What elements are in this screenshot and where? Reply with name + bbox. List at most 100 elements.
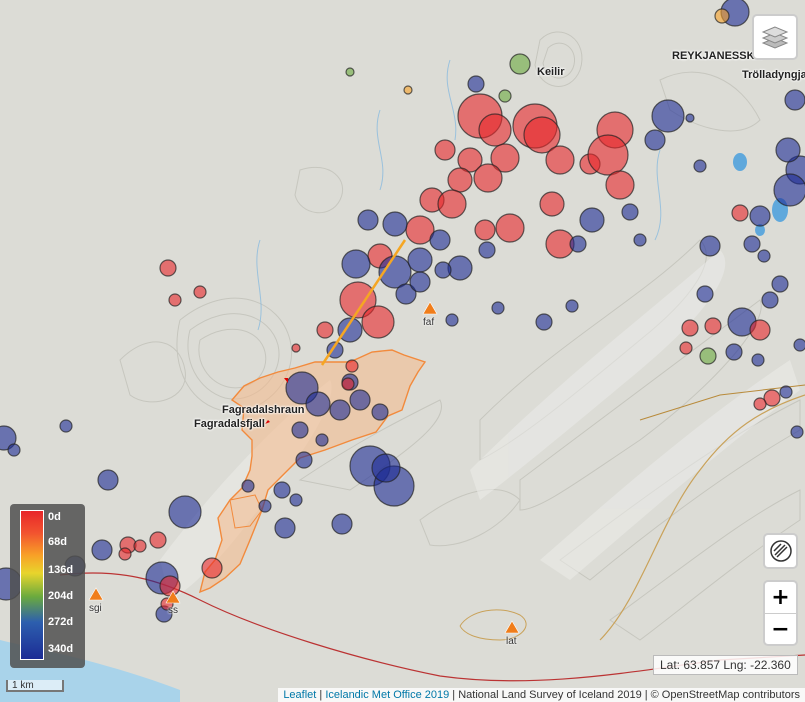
earthquake-marker[interactable]: [775, 137, 801, 163]
earthquake-marker[interactable]: [621, 203, 639, 221]
earthquake-marker[interactable]: [345, 359, 359, 373]
earthquake-marker[interactable]: [341, 377, 355, 391]
earthquake-marker[interactable]: [757, 249, 771, 263]
earthquake-marker[interactable]: [315, 433, 329, 447]
earthquake-marker[interactable]: [316, 321, 334, 339]
earthquake-marker[interactable]: [478, 113, 512, 147]
draw-polygon-button[interactable]: [763, 533, 798, 569]
earthquake-marker[interactable]: [751, 353, 765, 367]
earthquake-marker[interactable]: [305, 391, 331, 417]
earthquake-marker[interactable]: [291, 343, 301, 353]
earthquake-marker[interactable]: [771, 275, 789, 293]
earthquake-marker[interactable]: [605, 170, 635, 200]
earthquake-marker[interactable]: [696, 285, 714, 303]
earthquake-marker[interactable]: [295, 451, 313, 469]
earthquake-marker[interactable]: [434, 261, 452, 279]
zoom-out-button[interactable]: −: [765, 613, 796, 645]
earthquake-marker[interactable]: [743, 235, 761, 253]
earthquake-marker[interactable]: [565, 299, 579, 313]
earthquake-marker[interactable]: [569, 235, 587, 253]
earthquake-marker[interactable]: [793, 338, 805, 352]
earthquake-marker[interactable]: [447, 167, 473, 193]
earthquake-marker[interactable]: [633, 233, 647, 247]
earthquake-marker[interactable]: [291, 421, 309, 439]
earthquake-marker[interactable]: [7, 443, 21, 457]
earthquake-marker[interactable]: [447, 255, 473, 281]
earthquake-marker[interactable]: [699, 235, 721, 257]
earthquake-marker[interactable]: [341, 249, 371, 279]
station-faf-marker[interactable]: [422, 301, 438, 315]
earthquake-marker[interactable]: [168, 495, 202, 529]
leaflet-link[interactable]: Leaflet: [283, 689, 316, 701]
earthquake-marker[interactable]: [434, 139, 456, 161]
earthquake-marker[interactable]: [133, 539, 147, 553]
earthquake-marker[interactable]: [790, 425, 804, 439]
earthquake-marker[interactable]: [371, 403, 389, 421]
earthquake-marker[interactable]: [579, 207, 605, 233]
earthquake-marker[interactable]: [467, 75, 485, 93]
earthquake-marker[interactable]: [371, 453, 401, 483]
earthquake-marker[interactable]: [331, 513, 353, 535]
map-canvas[interactable]: Keilir REYKJANESSKA Trölladyngja Fagrada…: [0, 0, 805, 702]
earthquake-marker[interactable]: [258, 499, 272, 513]
earthquake-marker[interactable]: [274, 517, 296, 539]
earthquake-marker[interactable]: [193, 285, 207, 299]
earthquake-marker[interactable]: [699, 347, 717, 365]
earthquake-marker[interactable]: [409, 271, 431, 293]
earthquake-marker[interactable]: [159, 575, 181, 597]
earthquake-marker[interactable]: [773, 173, 805, 207]
imo-link[interactable]: Icelandic Met Office 2019: [325, 689, 449, 701]
earthquake-marker[interactable]: [59, 419, 73, 433]
earthquake-marker[interactable]: [357, 209, 379, 231]
earthquake-marker[interactable]: [345, 67, 355, 77]
earthquake-marker[interactable]: [168, 293, 182, 307]
earthquake-marker[interactable]: [693, 159, 707, 173]
earthquake-marker[interactable]: [407, 247, 433, 273]
earthquake-marker[interactable]: [474, 219, 496, 241]
earthquake-marker[interactable]: [97, 469, 119, 491]
earthquake-marker[interactable]: [361, 305, 395, 339]
station-sgi-marker[interactable]: [88, 587, 104, 601]
earthquake-marker[interactable]: [429, 229, 451, 251]
earthquake-marker[interactable]: [509, 53, 531, 75]
earthquake-marker[interactable]: [725, 343, 743, 361]
earthquake-marker[interactable]: [445, 313, 459, 327]
earthquake-marker[interactable]: [437, 189, 467, 219]
earthquake-marker[interactable]: [349, 389, 371, 411]
earthquake-marker[interactable]: [149, 531, 167, 549]
earthquake-marker[interactable]: [289, 493, 303, 507]
zoom-in-button[interactable]: +: [765, 582, 796, 613]
earthquake-marker[interactable]: [749, 205, 771, 227]
earthquake-marker[interactable]: [651, 99, 685, 133]
earthquake-marker[interactable]: [753, 397, 767, 411]
earthquake-marker[interactable]: [329, 399, 351, 421]
earthquake-marker[interactable]: [749, 319, 771, 341]
station-lat-marker[interactable]: [504, 620, 520, 634]
earthquake-marker[interactable]: [681, 319, 699, 337]
earthquake-marker[interactable]: [241, 479, 255, 493]
earthquake-marker[interactable]: [495, 213, 525, 243]
earthquake-marker[interactable]: [761, 291, 779, 309]
earthquake-marker[interactable]: [587, 134, 629, 176]
earthquake-marker[interactable]: [382, 211, 408, 237]
earthquake-marker[interactable]: [704, 317, 722, 335]
earthquake-marker[interactable]: [403, 85, 413, 95]
earthquake-marker[interactable]: [478, 241, 496, 259]
earthquake-marker[interactable]: [491, 301, 505, 315]
earthquake-marker[interactable]: [498, 89, 512, 103]
earthquake-marker[interactable]: [473, 163, 503, 193]
earthquake-marker[interactable]: [714, 8, 730, 24]
earthquake-marker[interactable]: [539, 191, 565, 217]
earthquake-marker[interactable]: [91, 539, 113, 561]
earthquake-marker[interactable]: [685, 113, 695, 123]
earthquake-marker[interactable]: [644, 129, 666, 151]
earthquake-marker[interactable]: [731, 204, 749, 222]
earthquake-marker[interactable]: [679, 341, 693, 355]
earthquake-marker[interactable]: [159, 259, 177, 277]
earthquake-marker[interactable]: [779, 385, 793, 399]
earthquake-marker[interactable]: [784, 89, 805, 111]
earthquake-marker[interactable]: [535, 313, 553, 331]
layers-button[interactable]: [752, 14, 798, 60]
earthquake-marker[interactable]: [545, 145, 575, 175]
earthquake-marker[interactable]: [201, 557, 223, 579]
